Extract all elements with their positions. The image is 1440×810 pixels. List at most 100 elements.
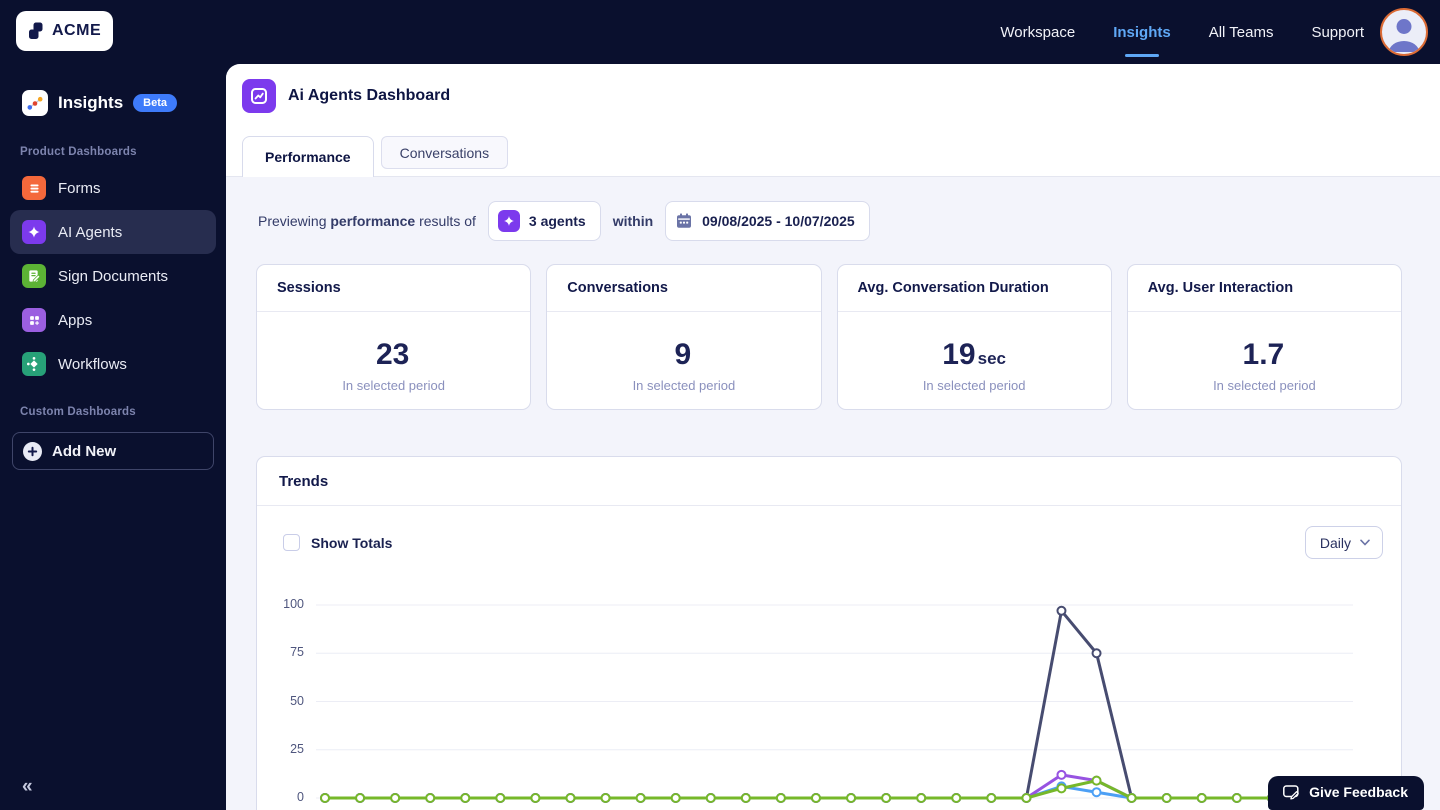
- sidebar-item-sign-documents[interactable]: Sign Documents: [10, 254, 216, 298]
- nav-item-insights[interactable]: Insights: [1113, 18, 1171, 47]
- agents-select-button[interactable]: 3 agents: [487, 201, 601, 241]
- stat-card-subtitle: In selected period: [342, 378, 445, 393]
- stat-card-unit: sec: [977, 349, 1006, 368]
- stat-card-value: 1.7: [1242, 338, 1285, 371]
- series-green-point: [1091, 775, 1102, 786]
- sidebar-item-forms[interactable]: Forms: [10, 166, 216, 210]
- give-feedback-label: Give Feedback: [1309, 784, 1408, 800]
- insights-icon: [22, 90, 48, 116]
- person-icon: [1389, 19, 1419, 52]
- stat-card-sessions: Sessions 23 In selected period: [256, 264, 532, 410]
- chevron-down-icon: [1360, 539, 1370, 546]
- topbar-nav: Workspace Insights All Teams Support: [1000, 0, 1364, 64]
- dashboard-header: Ai Agents Dashboard Performance Conversa…: [226, 64, 1440, 177]
- sidebar-header: Insights Beta: [0, 64, 226, 126]
- plus-icon: [23, 441, 42, 461]
- sidebar-item-label: Forms: [58, 179, 101, 197]
- tab-performance[interactable]: Performance: [242, 136, 374, 177]
- give-feedback-button[interactable]: Give Feedback: [1268, 776, 1424, 810]
- y-axis-label: 50: [290, 693, 304, 708]
- trends-title: Trends: [257, 457, 1401, 506]
- date-range-button[interactable]: 09/08/2025 - 10/07/2025: [665, 201, 870, 241]
- main-panel: Ai Agents Dashboard Performance Conversa…: [226, 64, 1440, 810]
- agent-sparkle-icon: [497, 210, 520, 232]
- series-green-point: [425, 793, 436, 803]
- sidebar-title: Insights: [58, 93, 124, 112]
- series-green-point: [916, 793, 927, 803]
- show-totals-toggle[interactable]: Show Totals: [283, 534, 392, 551]
- stat-card-title: Avg. User Interaction: [1127, 265, 1401, 312]
- series-indigo-point: [1056, 605, 1067, 616]
- add-new-label: Add New: [52, 442, 117, 460]
- stat-card-title: Avg. Conversation Duration: [837, 265, 1111, 312]
- section-label-product-dashboards: Product Dashboards: [20, 146, 137, 158]
- dashboard-icon: [242, 79, 276, 113]
- filter-text: Previewing performance results of: [258, 213, 476, 229]
- filter-bar: Previewing performance results of 3 agen…: [258, 201, 870, 241]
- ai-agents-icon: [22, 220, 46, 244]
- stat-card-conversations: Conversations 9 In selected period: [546, 264, 822, 410]
- series-green-point: [670, 793, 681, 803]
- acme-logo-icon: [26, 21, 46, 41]
- stat-card-subtitle: In selected period: [922, 378, 1026, 393]
- tab-conversations[interactable]: Conversations: [380, 136, 509, 169]
- date-range-label: 09/08/2025 - 10/07/2025: [702, 213, 855, 229]
- calendar-icon: [675, 212, 693, 230]
- series-green-point: [846, 793, 857, 803]
- series-indigo-point: [1091, 648, 1102, 659]
- stat-card-subtitle: In selected period: [632, 378, 736, 393]
- avatar[interactable]: [1380, 8, 1428, 56]
- nav-item-workspace[interactable]: Workspace: [1000, 18, 1075, 47]
- series-green-point: [530, 793, 541, 803]
- series-purple-line: [325, 773, 1343, 800]
- nav-item-all-teams[interactable]: All Teams: [1209, 18, 1274, 47]
- trends-card: Trends Show Totals Daily 0 25 50 75 100: [256, 456, 1402, 810]
- nav-item-support[interactable]: Support: [1311, 18, 1364, 47]
- series-indigo-line: [325, 609, 1343, 800]
- sidebar: Insights Beta Product Dashboards Forms A…: [0, 64, 226, 810]
- stat-card-avg-user-interaction: Avg. User Interaction 1.7 In selected pe…: [1126, 264, 1402, 410]
- workflows-icon: [22, 352, 46, 376]
- y-axis-label: 100: [283, 597, 304, 611]
- acme-logo[interactable]: ACME: [16, 11, 114, 51]
- series-green-point: [810, 793, 821, 803]
- series-green-point: [705, 793, 716, 803]
- stat-cards-row: Sessions 23 In selected period Conversat…: [256, 264, 1402, 410]
- sidebar-item-apps[interactable]: Apps: [10, 298, 216, 342]
- sidebar-item-ai-agents[interactable]: AI Agents: [10, 210, 216, 254]
- page-title: Ai Agents Dashboard: [288, 87, 451, 104]
- beta-badge: Beta: [133, 94, 178, 112]
- y-axis-label: 75: [290, 645, 304, 660]
- series-green-point: [1126, 793, 1137, 803]
- series-green-point: [881, 793, 892, 803]
- series-green-point: [460, 793, 471, 803]
- series-green-point: [775, 793, 786, 803]
- series-green-point: [390, 793, 401, 803]
- series-green-point: [1161, 793, 1172, 803]
- series-green-line: [325, 779, 1343, 800]
- series-green-point: [355, 793, 366, 803]
- series-blue-line: [325, 784, 1343, 800]
- topbar: ACME Workspace Insights All Teams Suppor…: [0, 0, 1440, 64]
- series-green-point: [1196, 793, 1207, 803]
- show-totals-checkbox[interactable]: [283, 534, 300, 551]
- series-purple-point: [1056, 769, 1067, 780]
- stat-card-subtitle: In selected period: [1213, 378, 1316, 393]
- interval-dropdown[interactable]: Daily: [1304, 526, 1383, 559]
- stat-card-value: 23: [375, 338, 410, 371]
- series-green-point: [495, 793, 506, 803]
- agents-select-label: 3 agents: [528, 213, 586, 229]
- logo-text: ACME: [52, 22, 102, 39]
- add-new-button[interactable]: Add New: [12, 432, 214, 470]
- series-green-point: [951, 793, 962, 803]
- sidebar-item-workflows[interactable]: Workflows: [10, 342, 216, 386]
- sidebar-item-label: Apps: [58, 311, 93, 329]
- stat-card-value: 19: [942, 338, 976, 371]
- tab-bar: Performance Conversations: [242, 136, 509, 177]
- apps-icon: [22, 308, 46, 332]
- sign-documents-icon: [22, 264, 46, 288]
- section-label-custom-dashboards: Custom Dashboards: [20, 406, 136, 418]
- filter-connector: within: [612, 213, 654, 229]
- series-green-point: [740, 793, 751, 803]
- collapse-sidebar-icon[interactable]: «: [22, 776, 33, 798]
